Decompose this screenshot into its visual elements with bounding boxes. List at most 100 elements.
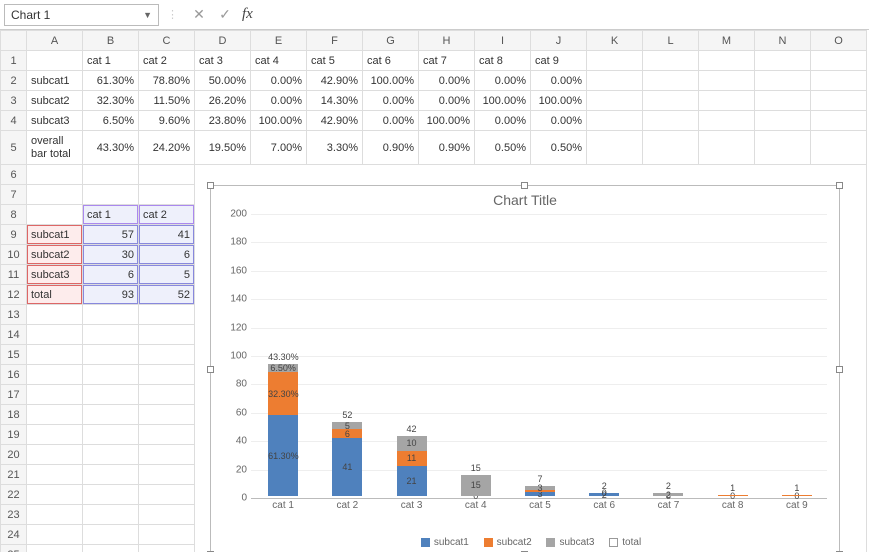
- cell[interactable]: 0.00%: [475, 111, 531, 131]
- cell[interactable]: 50.00%: [195, 71, 251, 91]
- row-header[interactable]: 10: [1, 245, 27, 265]
- cell[interactable]: [27, 365, 83, 385]
- cell[interactable]: 57: [83, 225, 139, 245]
- cell[interactable]: [811, 71, 867, 91]
- cell[interactable]: 3.30%: [307, 131, 363, 165]
- cell[interactable]: [27, 465, 83, 485]
- cell[interactable]: [83, 345, 139, 365]
- cell[interactable]: [27, 525, 83, 545]
- cell[interactable]: [27, 425, 83, 445]
- cell[interactable]: [139, 545, 195, 552]
- cell[interactable]: 52: [139, 285, 195, 305]
- cell[interactable]: [83, 545, 139, 552]
- cell[interactable]: [27, 505, 83, 525]
- cell[interactable]: [139, 485, 195, 505]
- col-header[interactable]: B: [83, 31, 139, 51]
- cell[interactable]: 100.00%: [251, 111, 307, 131]
- cell[interactable]: [139, 165, 195, 185]
- cell[interactable]: [27, 485, 83, 505]
- cell[interactable]: 7.00%: [251, 131, 307, 165]
- cell[interactable]: [811, 51, 867, 71]
- cell[interactable]: [587, 51, 643, 71]
- row-header[interactable]: 16: [1, 365, 27, 385]
- cell[interactable]: 26.20%: [195, 91, 251, 111]
- cell[interactable]: subcat3: [27, 265, 83, 285]
- cell[interactable]: 0.00%: [531, 111, 587, 131]
- cell[interactable]: [27, 51, 83, 71]
- chart-title[interactable]: Chart Title: [211, 186, 839, 208]
- cell[interactable]: [83, 305, 139, 325]
- cell[interactable]: 11.50%: [139, 91, 195, 111]
- cell[interactable]: [699, 131, 755, 165]
- cell[interactable]: [83, 385, 139, 405]
- cancel-icon[interactable]: ✕: [188, 4, 210, 26]
- cell[interactable]: cat 7: [419, 51, 475, 71]
- accept-icon[interactable]: ✓: [214, 4, 236, 26]
- cell[interactable]: cat 5: [307, 51, 363, 71]
- cell[interactable]: 0.00%: [419, 91, 475, 111]
- row-header[interactable]: 8: [1, 205, 27, 225]
- cell[interactable]: [139, 385, 195, 405]
- cell[interactable]: 23.80%: [195, 111, 251, 131]
- resize-handle[interactable]: [207, 182, 214, 189]
- row-header[interactable]: 1: [1, 51, 27, 71]
- cell[interactable]: 0.50%: [475, 131, 531, 165]
- row-header[interactable]: 14: [1, 325, 27, 345]
- row-header[interactable]: 24: [1, 525, 27, 545]
- row-header[interactable]: 9: [1, 225, 27, 245]
- cell[interactable]: [83, 505, 139, 525]
- cell[interactable]: 5: [139, 265, 195, 285]
- cell[interactable]: [755, 91, 811, 111]
- col-header[interactable]: N: [755, 31, 811, 51]
- cell[interactable]: cat 3: [195, 51, 251, 71]
- row-header[interactable]: 21: [1, 465, 27, 485]
- cell[interactable]: [83, 165, 139, 185]
- cell[interactable]: 0.00%: [419, 71, 475, 91]
- cell[interactable]: [139, 325, 195, 345]
- row-header[interactable]: 7: [1, 185, 27, 205]
- row-header[interactable]: 25: [1, 545, 27, 552]
- cell[interactable]: [83, 365, 139, 385]
- cell[interactable]: overall bar total: [27, 131, 83, 165]
- cell[interactable]: subcat2: [27, 245, 83, 265]
- resize-handle[interactable]: [521, 182, 528, 189]
- cell[interactable]: 19.50%: [195, 131, 251, 165]
- cell[interactable]: [643, 51, 699, 71]
- spreadsheet-grid[interactable]: A B C D E F G H I J K L M N O 1cat 1cat …: [0, 30, 869, 552]
- cell[interactable]: cat 1: [83, 205, 139, 225]
- col-header[interactable]: K: [587, 31, 643, 51]
- cell[interactable]: [139, 505, 195, 525]
- name-box[interactable]: Chart 1 ▼: [4, 4, 159, 26]
- cell[interactable]: [643, 111, 699, 131]
- row-header[interactable]: 23: [1, 505, 27, 525]
- row-header[interactable]: 19: [1, 425, 27, 445]
- cell[interactable]: cat 9: [531, 51, 587, 71]
- cell[interactable]: [83, 185, 139, 205]
- col-header[interactable]: H: [419, 31, 475, 51]
- cell[interactable]: [27, 445, 83, 465]
- bar-segment[interactable]: [782, 495, 812, 496]
- cell[interactable]: [83, 425, 139, 445]
- cell[interactable]: cat 2: [139, 205, 195, 225]
- cell[interactable]: [755, 71, 811, 91]
- row-header[interactable]: 20: [1, 445, 27, 465]
- col-header[interactable]: G: [363, 31, 419, 51]
- cell[interactable]: 78.80%: [139, 71, 195, 91]
- col-header[interactable]: C: [139, 31, 195, 51]
- cell[interactable]: 100.00%: [475, 91, 531, 111]
- cell[interactable]: 9.60%: [139, 111, 195, 131]
- cell[interactable]: [755, 111, 811, 131]
- cell[interactable]: [643, 71, 699, 91]
- cell[interactable]: [83, 465, 139, 485]
- embedded-chart[interactable]: Chart Title 0204060801001201401601802006…: [210, 185, 840, 552]
- cell[interactable]: 0.00%: [363, 111, 419, 131]
- cell[interactable]: 0.00%: [251, 91, 307, 111]
- cell[interactable]: 100.00%: [419, 111, 475, 131]
- formula-input[interactable]: [259, 4, 865, 26]
- cell[interactable]: 42.90%: [307, 111, 363, 131]
- resize-handle[interactable]: [207, 366, 214, 373]
- cell[interactable]: [811, 131, 867, 165]
- cell[interactable]: [83, 405, 139, 425]
- cell[interactable]: [83, 325, 139, 345]
- cell[interactable]: [139, 445, 195, 465]
